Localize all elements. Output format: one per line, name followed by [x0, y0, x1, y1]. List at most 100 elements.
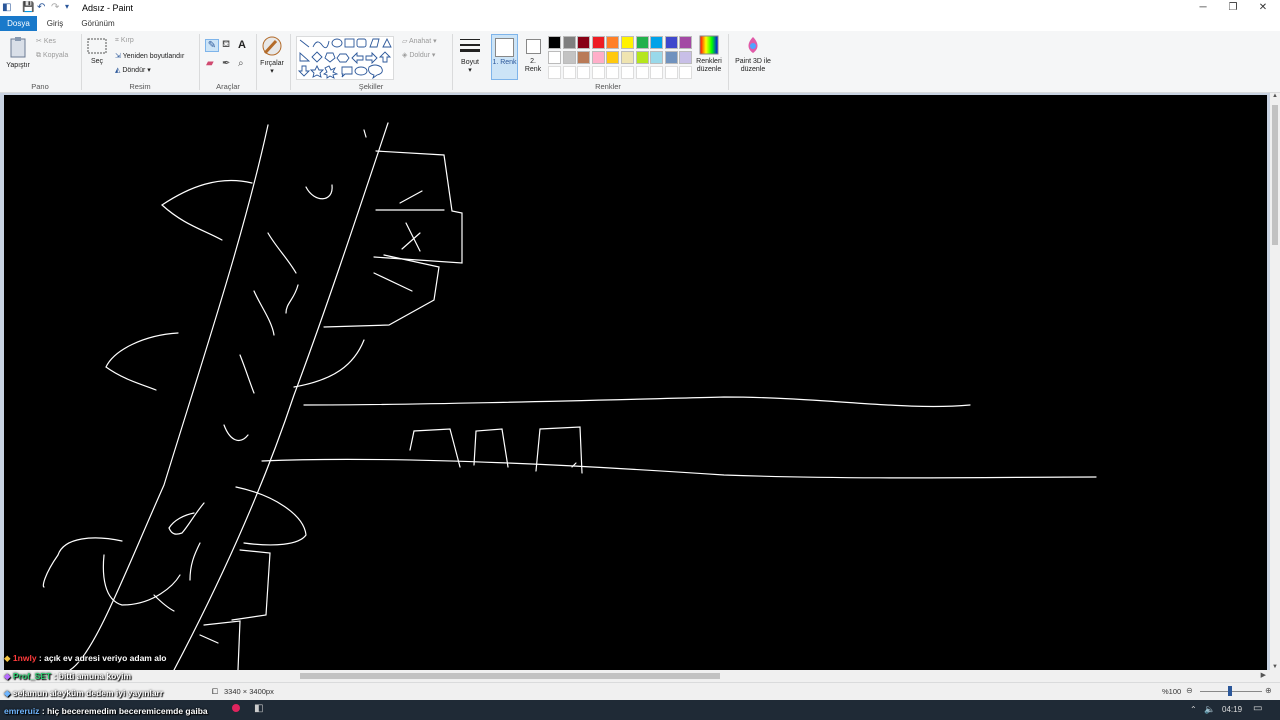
drawing-canvas[interactable]	[4, 95, 1267, 671]
scroll-right-icon[interactable]: ▶	[1261, 671, 1266, 679]
color-swatch[interactable]	[664, 36, 678, 49]
chat-badge-icon: ◆	[4, 653, 11, 663]
close-button[interactable]: ✕	[1248, 0, 1278, 16]
color-swatch[interactable]	[591, 36, 605, 49]
scroll-up-icon[interactable]: ▲	[1270, 93, 1280, 99]
color-swatch[interactable]	[621, 51, 634, 64]
group-label-resim: Resim	[129, 82, 151, 91]
empty-color-swatch[interactable]	[635, 66, 649, 79]
chat-message: emreruiz : hiç beceremedim beceremicemde…	[4, 706, 208, 716]
tab-file[interactable]: Dosya	[0, 16, 37, 31]
canvas-size-icon: ⧠	[212, 687, 218, 696]
text-tool-icon[interactable]: A	[238, 39, 246, 51]
tab-view[interactable]: Görünüm	[76, 16, 120, 31]
color1-label: 1. Renk	[492, 59, 517, 66]
empty-color-swatch[interactable]	[650, 66, 664, 79]
shapes-gallery[interactable]	[296, 36, 394, 80]
color-swatch[interactable]	[577, 36, 591, 49]
save-icon[interactable]: 💾	[22, 2, 34, 13]
copy-button[interactable]: ⧉ Kopyala	[36, 52, 68, 60]
color-swatch[interactable]	[621, 36, 634, 49]
paint-taskbar-icon[interactable]: ◧	[254, 703, 263, 714]
group-label-sekiller: Şekiller	[358, 82, 384, 91]
color-swatch[interactable]	[606, 51, 620, 64]
quick-access-dropdown-icon[interactable]: ▾	[65, 2, 69, 11]
color-swatch[interactable]	[548, 51, 561, 64]
volume-icon[interactable]: 🔈	[1204, 704, 1215, 715]
color-swatch[interactable]	[679, 36, 693, 49]
edit-colors-button[interactable]: Renkleri düzenle	[693, 35, 725, 74]
color-swatch[interactable]	[548, 36, 561, 49]
chat-username: Prof_SET	[12, 671, 52, 681]
redo-icon[interactable]: ↷	[51, 2, 59, 13]
fill-button[interactable]: ◈ Doldur ▾	[402, 51, 435, 59]
notification-icon[interactable]: ▭	[1253, 703, 1262, 714]
fill-label: Doldur	[409, 52, 430, 59]
empty-color-swatch[interactable]	[606, 66, 620, 79]
rotate-button[interactable]: ◭ Döndür ▾	[115, 66, 151, 74]
cut-button[interactable]: ✂ Kes	[36, 37, 56, 45]
scroll-down-icon[interactable]: ▼	[1270, 664, 1280, 670]
color-swatch[interactable]	[562, 36, 576, 49]
empty-color-swatch[interactable]	[562, 66, 576, 79]
paste-label: Yapıştır	[6, 62, 30, 69]
outline-button[interactable]: ▱ Anahat ▾	[402, 37, 437, 45]
pencil-tool-icon[interactable]: ✎	[205, 39, 219, 52]
color-swatch[interactable]	[635, 36, 649, 49]
empty-color-swatch[interactable]	[664, 66, 678, 79]
chat-username: emreruiz	[4, 706, 40, 716]
color-swatch[interactable]	[606, 36, 620, 49]
horizontal-scrollbar[interactable]: ▶	[0, 670, 1270, 682]
color-swatch[interactable]	[635, 51, 649, 64]
color-swatch[interactable]	[577, 51, 591, 64]
taskbar-app-icon[interactable]	[232, 704, 240, 712]
paint3d-button[interactable]: Paint 3D ile düzenle	[731, 35, 775, 74]
maximize-button[interactable]: ❐	[1218, 0, 1248, 16]
empty-color-swatch[interactable]	[621, 66, 634, 79]
zoom-in-icon[interactable]: ⊕	[1265, 686, 1272, 695]
minimize-button[interactable]: ─	[1188, 0, 1218, 16]
size-button[interactable]: Boyut ▾	[456, 36, 484, 75]
color-swatch[interactable]	[650, 51, 664, 64]
select-button[interactable]: Seç	[86, 37, 108, 66]
color-swatch[interactable]	[679, 51, 693, 64]
color1-button[interactable]: 1. Renk	[491, 34, 518, 80]
vertical-scrollbar[interactable]: ▲ ▼	[1270, 93, 1280, 670]
color2-button[interactable]: 2. Renk	[521, 34, 545, 74]
paint3d-label: Paint 3D ile düzenle	[735, 58, 771, 73]
empty-color-swatch[interactable]	[577, 66, 591, 79]
color-swatch[interactable]	[650, 36, 664, 49]
color-swatch[interactable]	[664, 51, 678, 64]
color-swatch[interactable]	[562, 51, 576, 64]
rotate-label: Döndür	[122, 67, 146, 74]
chat-message: ◆ Prof_SET : bitti amuna koyim	[4, 671, 131, 682]
crop-button[interactable]: ⌗ Kırp	[115, 37, 134, 45]
horizontal-scroll-thumb[interactable]	[300, 673, 720, 679]
fill-tool-icon[interactable]: ⛾	[222, 39, 230, 52]
eraser-tool-icon[interactable]: ▰	[206, 58, 214, 69]
zoom-slider-thumb[interactable]	[1228, 686, 1232, 696]
brushes-button[interactable]: Fırçalar ▾	[258, 35, 286, 76]
tray-chevron-icon[interactable]: ⌃	[1190, 705, 1197, 714]
chat-message: ◆ selamun aleyküm dedem iyi yayınlarr	[4, 688, 163, 699]
chat-username: 1nwly	[12, 653, 37, 663]
paste-button[interactable]: Yapıştır	[4, 35, 32, 70]
resize-button[interactable]: ⇲ Yeniden boyutlandır	[115, 52, 184, 60]
paint-app-icon: ◧	[2, 2, 12, 13]
outline-label: Anahat	[408, 38, 432, 45]
color1-swatch	[495, 38, 514, 57]
undo-icon[interactable]: ↶	[37, 2, 45, 13]
group-label-pano: Pano	[31, 82, 49, 91]
empty-color-swatch[interactable]	[591, 66, 605, 79]
color-picker-icon[interactable]: ✒	[222, 58, 230, 69]
vertical-scroll-thumb[interactable]	[1272, 105, 1278, 245]
zoom-out-icon[interactable]: ⊖	[1186, 686, 1193, 695]
empty-color-swatch[interactable]	[548, 66, 561, 79]
tab-home[interactable]: Giriş	[40, 16, 70, 31]
empty-color-swatch[interactable]	[679, 66, 693, 79]
status-bar: ⧠ 3340 × 3400px %100 ⊖ ⊕	[0, 682, 1280, 700]
color-swatch[interactable]	[591, 51, 605, 64]
taskbar-clock[interactable]: 04:19	[1222, 705, 1242, 714]
magnifier-icon[interactable]: ⌕	[238, 58, 244, 69]
chat-text: : açık ev adresi veriyo adam alo	[38, 653, 167, 663]
